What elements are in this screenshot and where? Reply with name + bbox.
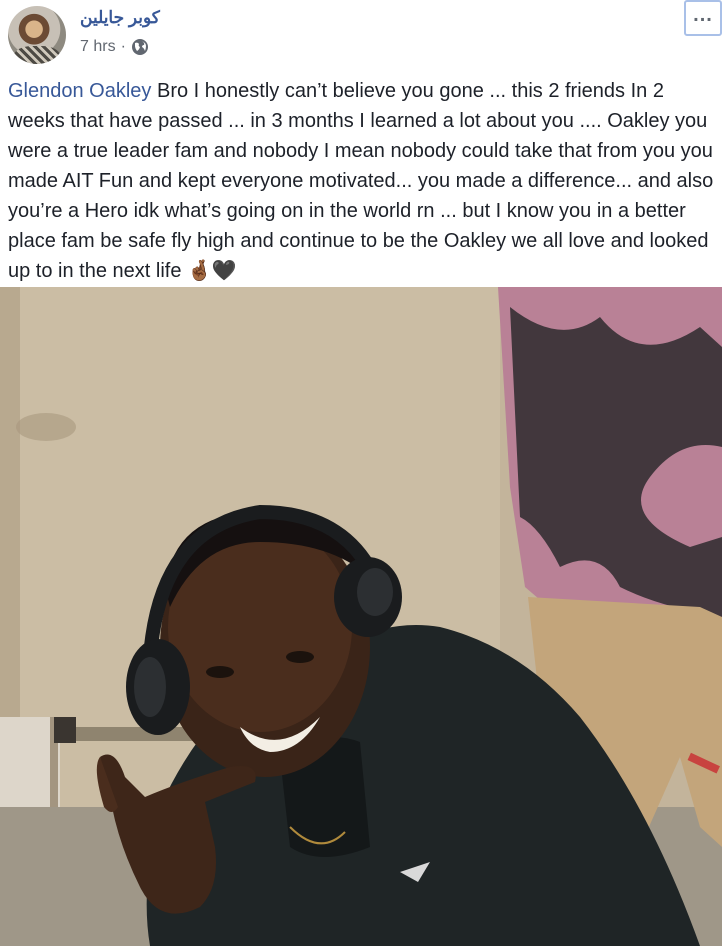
- more-options-icon: ...: [693, 4, 713, 26]
- mention-link[interactable]: Glendon Oakley: [8, 80, 151, 102]
- post-meta: 7 hrs ·: [80, 38, 149, 56]
- post-body: Glendon Oakley Bro I honestly can’t beli…: [8, 76, 716, 286]
- post-photo[interactable]: [0, 287, 722, 946]
- post-emoji: 🤞🏾🖤: [187, 260, 237, 282]
- post-timestamp[interactable]: 7 hrs: [80, 38, 116, 56]
- post-message: Bro I honestly can’t believe you gone ..…: [8, 80, 714, 282]
- author-avatar[interactable]: [8, 6, 66, 64]
- post-header: كوبر جايلين 7 hrs · ...: [0, 0, 722, 70]
- meta-separator: ·: [120, 38, 126, 55]
- photo-illustration: [0, 287, 722, 946]
- more-options-button[interactable]: ...: [684, 0, 722, 36]
- globe-icon[interactable]: [131, 38, 149, 56]
- author-name[interactable]: كوبر جايلين: [80, 8, 160, 28]
